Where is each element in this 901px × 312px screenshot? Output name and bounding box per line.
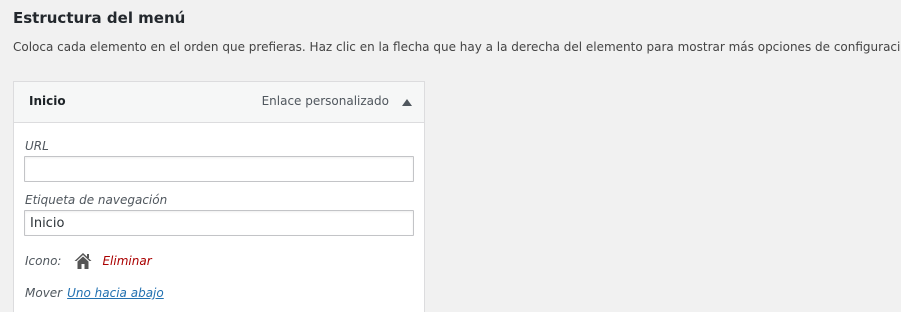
move-row: Mover Uno hacia abajo: [25, 286, 164, 300]
menu-item: Inicio Enlace personalizado URL Etiqueta…: [13, 81, 425, 312]
section-description: Coloca cada elemento en el orden que pre…: [13, 40, 901, 54]
menu-item-type: Enlace personalizado: [261, 94, 389, 108]
menu-item-title: Inicio: [29, 94, 66, 108]
menu-structure-page: Estructura del menú Coloca cada elemento…: [0, 0, 901, 312]
nav-label-input[interactable]: [24, 210, 414, 236]
nav-label-label: Etiqueta de navegación: [25, 193, 168, 207]
move-down-link[interactable]: Uno hacia abajo: [67, 286, 164, 300]
delete-icon-link[interactable]: Eliminar: [102, 254, 151, 268]
section-title: Estructura del menú: [13, 9, 186, 27]
icon-label: Icono:: [25, 254, 62, 268]
icon-row: Icono: Eliminar: [25, 251, 152, 271]
home-icon: [74, 252, 92, 270]
url-input[interactable]: [24, 156, 414, 182]
move-label: Mover: [25, 286, 63, 300]
menu-item-handle[interactable]: Inicio Enlace personalizado: [14, 82, 424, 123]
arrow-up-icon[interactable]: [400, 94, 414, 110]
url-label: URL: [25, 139, 49, 153]
